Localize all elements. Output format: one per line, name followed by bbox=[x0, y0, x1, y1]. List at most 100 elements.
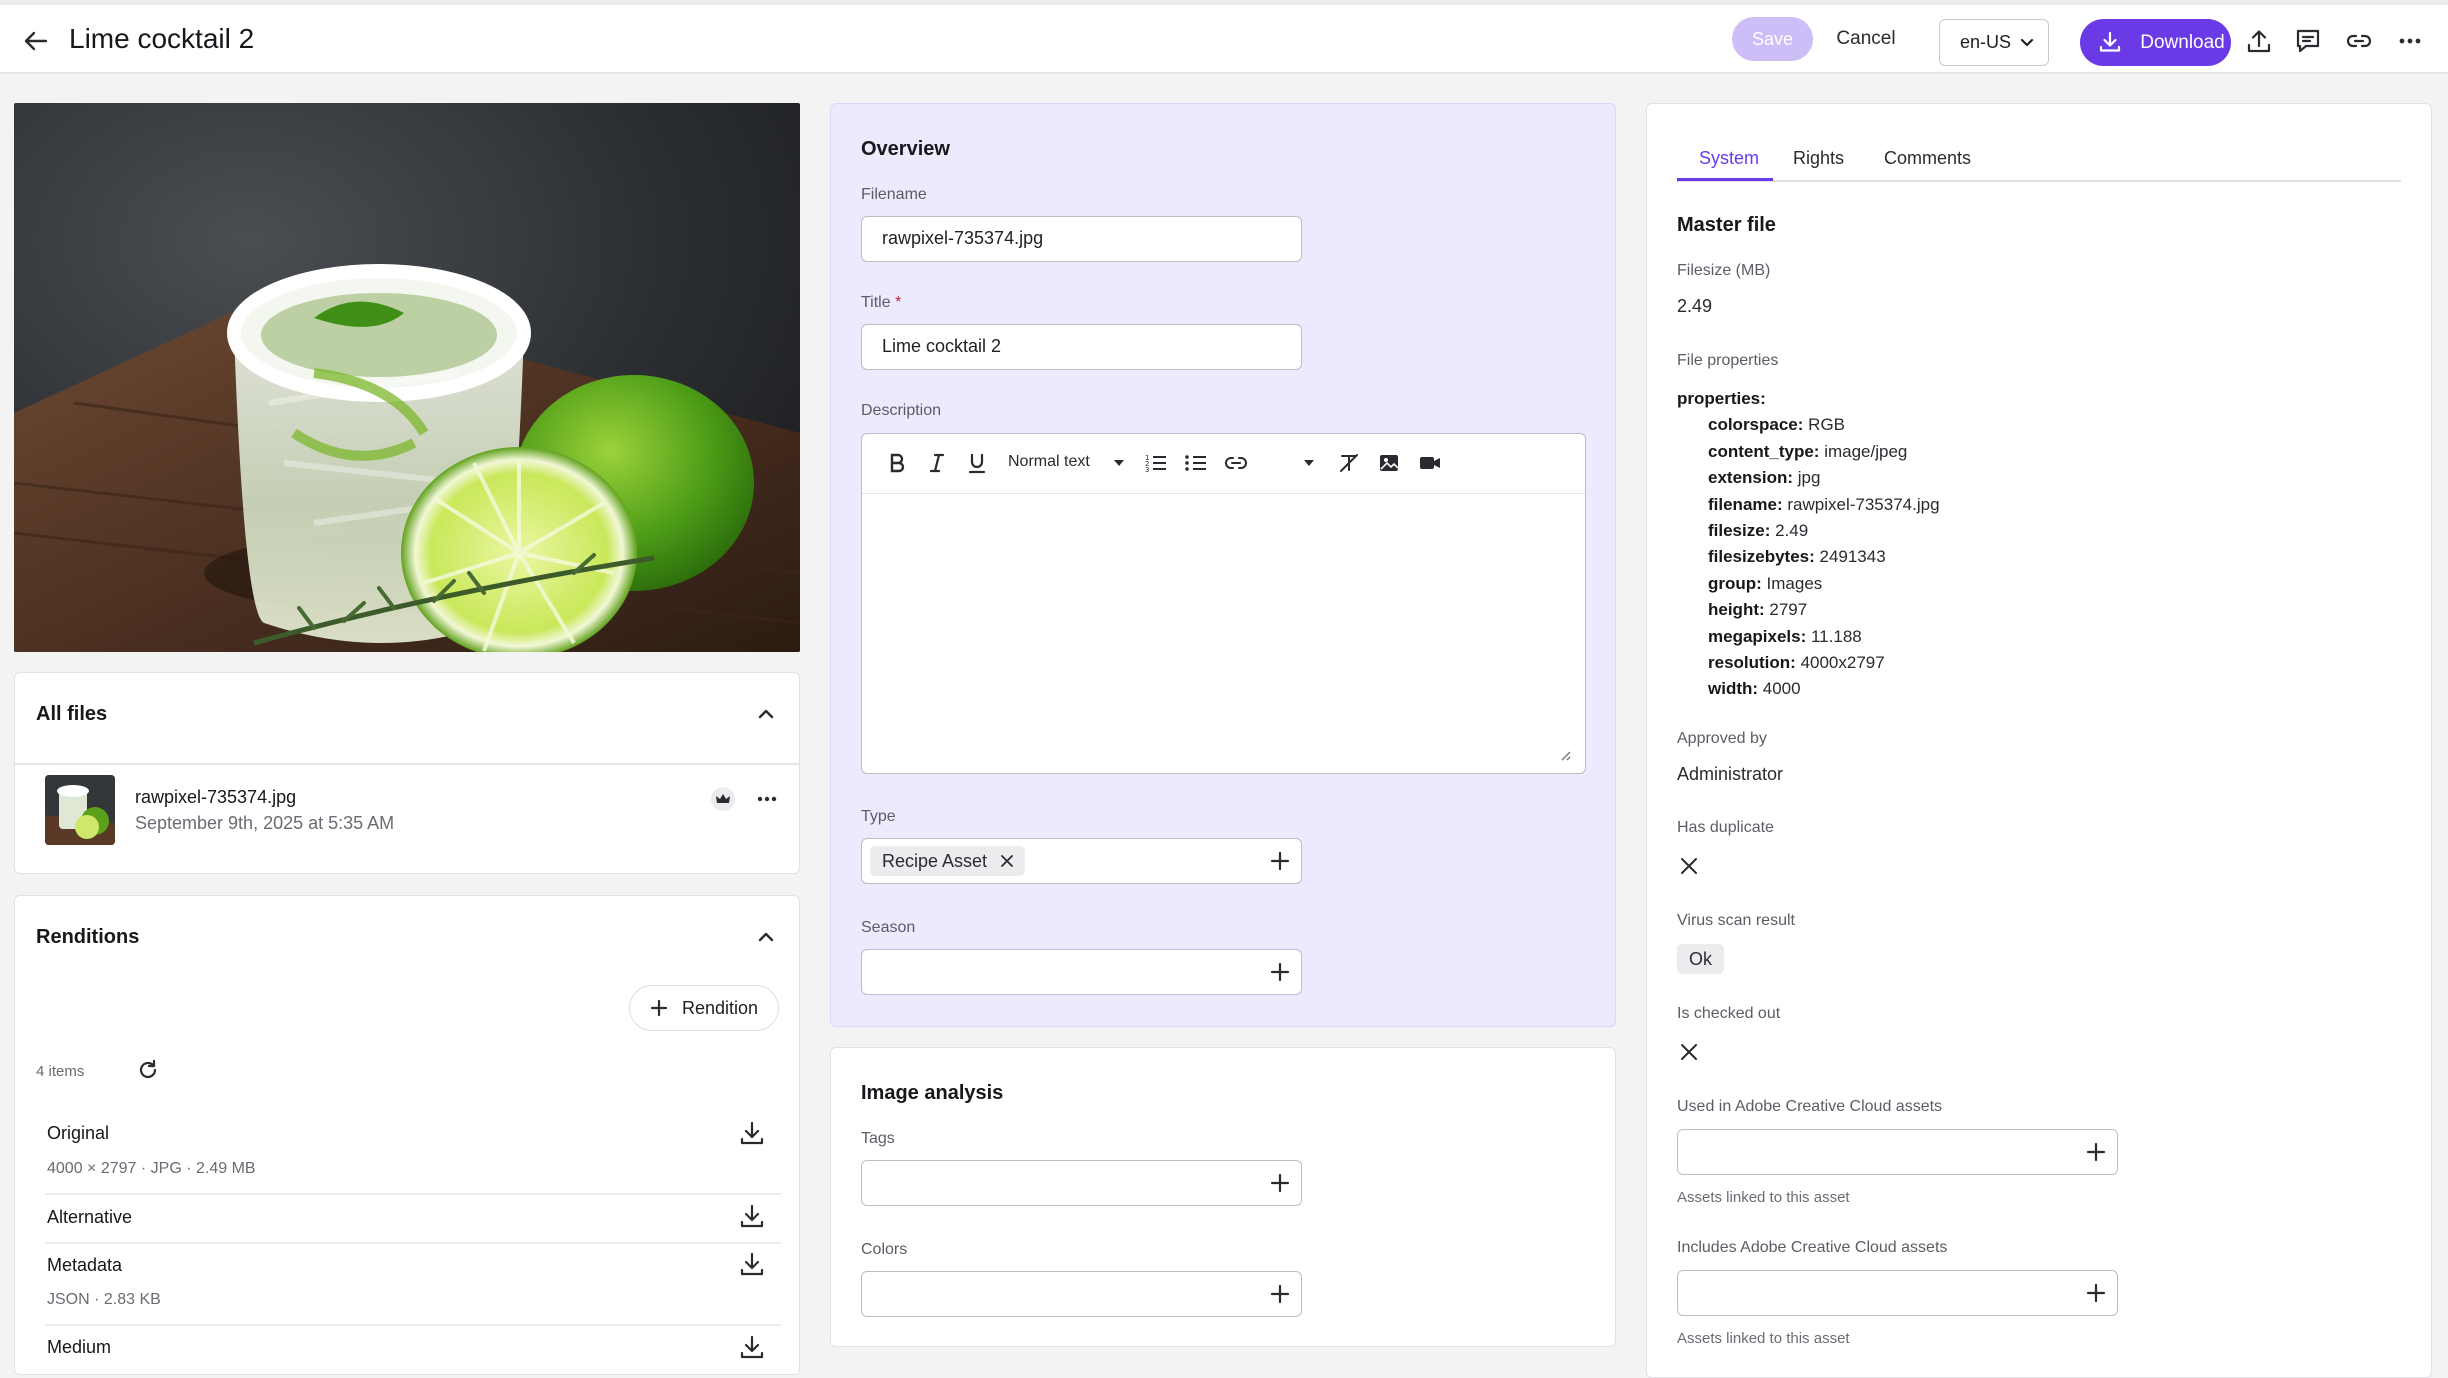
rendition-name: Medium bbox=[47, 1337, 112, 1357]
bullet-list-icon[interactable] bbox=[1184, 452, 1208, 474]
tab-comments[interactable]: Comments bbox=[1884, 148, 1971, 169]
asset-preview-image bbox=[14, 103, 800, 652]
type-input[interactable]: Recipe Asset bbox=[861, 838, 1302, 884]
plus-icon[interactable] bbox=[1269, 1172, 1291, 1194]
checked-out-label: Is checked out bbox=[1677, 1005, 1781, 1022]
download-icon[interactable] bbox=[739, 1203, 765, 1229]
file-date: September 9th, 2025 at 5:35 AM bbox=[135, 813, 395, 833]
approved-by-value: Administrator bbox=[1677, 764, 1784, 784]
underline-icon[interactable] bbox=[966, 452, 988, 474]
download-icon bbox=[2099, 31, 2121, 52]
clear-format-icon[interactable] bbox=[1338, 452, 1360, 474]
rendition-name: Original bbox=[47, 1123, 110, 1143]
more-options-icon[interactable] bbox=[2396, 27, 2426, 57]
italic-icon[interactable] bbox=[926, 452, 948, 474]
tags-label: Tags bbox=[861, 1130, 895, 1147]
save-button[interactable]: Save bbox=[1732, 17, 1813, 61]
season-label: Season bbox=[861, 919, 916, 936]
property-row: resolution: 4000x2797 bbox=[1708, 653, 1885, 673]
tags-input[interactable] bbox=[861, 1160, 1302, 1206]
type-tag-label: Recipe Asset bbox=[882, 851, 988, 871]
text-style-select[interactable]: Normal text bbox=[1008, 453, 1090, 471]
upload-icon[interactable] bbox=[2245, 27, 2275, 57]
download-icon[interactable] bbox=[739, 1120, 765, 1146]
rendition-name: Metadata bbox=[47, 1255, 123, 1275]
colors-label: Colors bbox=[861, 1241, 908, 1258]
master-file-title: Master file bbox=[1677, 214, 1776, 236]
false-x-icon bbox=[1679, 1042, 1699, 1062]
tabs-divider bbox=[1677, 180, 2401, 182]
plus-icon[interactable] bbox=[1269, 961, 1291, 983]
description-editor[interactable]: Normal text 123 bbox=[861, 433, 1586, 774]
includes-cc-hint: Assets linked to this asset bbox=[1677, 1330, 1850, 1347]
property-row: width: 4000 bbox=[1708, 679, 1801, 699]
cancel-button[interactable]: Cancel bbox=[1822, 17, 1910, 61]
filename-label: Filename bbox=[861, 186, 927, 203]
plus-icon[interactable] bbox=[1269, 850, 1291, 872]
property-row: megapixels: 11.188 bbox=[1708, 626, 1862, 646]
add-rendition-label: Rendition bbox=[682, 998, 759, 1018]
plus-icon[interactable] bbox=[2085, 1141, 2107, 1163]
colors-input[interactable] bbox=[861, 1271, 1302, 1317]
page-title: Lime cocktail 2 bbox=[69, 23, 255, 54]
type-label: Type bbox=[861, 808, 896, 825]
svg-text:3: 3 bbox=[1145, 466, 1149, 474]
refresh-icon[interactable] bbox=[137, 1059, 159, 1081]
includes-cc-input[interactable] bbox=[1677, 1270, 2118, 1316]
used-in-cc-hint: Assets linked to this asset bbox=[1677, 1189, 1850, 1206]
image-analysis-title: Image analysis bbox=[861, 1082, 1004, 1104]
all-files-panel: All files rawpixel-735374.jpg September … bbox=[14, 672, 800, 874]
property-row: group: Images bbox=[1708, 573, 1823, 593]
properties-root: properties: bbox=[1677, 389, 1766, 408]
season-input[interactable] bbox=[861, 949, 1302, 995]
chevron-up-icon[interactable] bbox=[757, 705, 775, 723]
virus-scan-label: Virus scan result bbox=[1677, 912, 1795, 929]
filesize-value: 2.49 bbox=[1677, 296, 1713, 316]
property-row: colorspace: RGB bbox=[1708, 415, 1845, 435]
all-files-title: All files bbox=[36, 703, 108, 725]
download-button[interactable]: Download bbox=[2080, 19, 2231, 66]
comment-icon[interactable] bbox=[2294, 27, 2324, 57]
ordered-list-icon[interactable]: 123 bbox=[1144, 452, 1168, 474]
master-crown-icon bbox=[711, 787, 735, 811]
used-in-cc-input[interactable] bbox=[1677, 1129, 2118, 1175]
file-name[interactable]: rawpixel-735374.jpg bbox=[135, 787, 296, 808]
caret-down-icon[interactable] bbox=[1302, 456, 1316, 470]
file-thumbnail[interactable] bbox=[45, 775, 115, 845]
description-label: Description bbox=[861, 402, 942, 419]
property-row: filename: rawpixel-735374.jpg bbox=[1708, 494, 1940, 514]
tab-system[interactable]: System bbox=[1699, 148, 1759, 169]
overview-title: Overview bbox=[861, 138, 950, 160]
resize-handle-icon[interactable] bbox=[1559, 749, 1571, 761]
image-icon[interactable] bbox=[1378, 452, 1400, 474]
includes-cc-label: Includes Adobe Creative Cloud assets bbox=[1677, 1239, 1948, 1256]
required-mark: * bbox=[895, 294, 902, 311]
download-icon[interactable] bbox=[739, 1334, 765, 1360]
chevron-down-icon bbox=[2020, 35, 2034, 49]
remove-tag-icon[interactable] bbox=[999, 853, 1015, 869]
file-more-icon[interactable] bbox=[755, 787, 779, 811]
chevron-up-icon[interactable] bbox=[757, 928, 775, 946]
video-icon[interactable] bbox=[1418, 452, 1442, 474]
property-row: filesize: 2.49 bbox=[1708, 521, 1809, 541]
link-icon[interactable] bbox=[1224, 452, 1248, 474]
renditions-panel: Renditions Rendition 4 items Original 40… bbox=[14, 895, 800, 1375]
bold-icon[interactable] bbox=[886, 452, 908, 474]
title-label: Title * bbox=[861, 294, 902, 311]
plus-icon bbox=[650, 999, 668, 1017]
link-icon[interactable] bbox=[2345, 27, 2375, 57]
divider bbox=[45, 1324, 781, 1326]
tab-rights[interactable]: Rights bbox=[1793, 148, 1844, 169]
text-style-value: Normal text bbox=[1008, 453, 1090, 470]
title-input[interactable]: Lime cocktail 2 bbox=[861, 324, 1302, 370]
download-icon[interactable] bbox=[739, 1251, 765, 1277]
add-rendition-button[interactable]: Rendition bbox=[629, 985, 779, 1031]
caret-down-icon[interactable] bbox=[1112, 456, 1126, 470]
plus-icon[interactable] bbox=[1269, 1283, 1291, 1305]
renditions-count: 4 items bbox=[36, 1063, 85, 1080]
plus-icon[interactable] bbox=[2085, 1282, 2107, 1304]
back-arrow-icon[interactable] bbox=[22, 27, 50, 55]
filename-input[interactable]: rawpixel-735374.jpg bbox=[861, 216, 1302, 262]
locale-select[interactable]: en-US bbox=[1939, 19, 2049, 66]
filesize-label: Filesize (MB) bbox=[1677, 262, 1771, 279]
